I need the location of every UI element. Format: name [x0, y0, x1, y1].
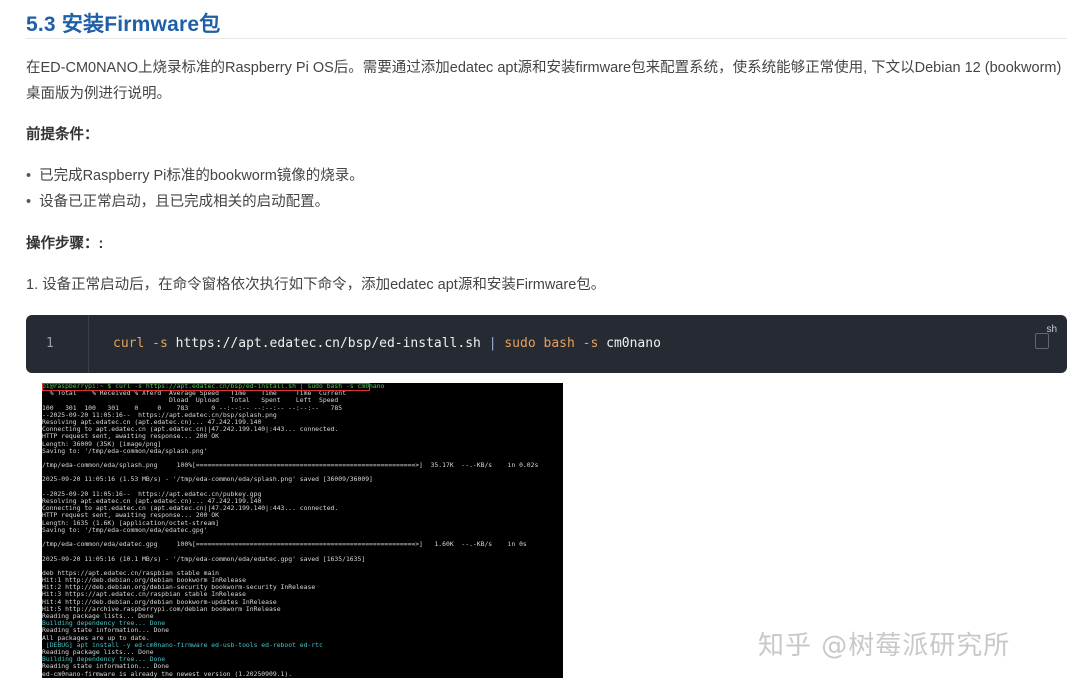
code-token-url: https://apt.edatec.cn/bsp/ed-install.sh	[175, 336, 481, 351]
code-token-arg: cm0nano	[606, 336, 661, 351]
code-token-flag: -s	[144, 336, 176, 351]
step-1-text: 1. 设备正常启动后，在命令窗格依次执行如下命令，添加edatec apt源和安…	[26, 277, 606, 293]
terminal-line: /tmp/eda-common/eda/splash.png 100%[====…	[42, 461, 539, 470]
code-token-flag: -s	[574, 336, 607, 351]
code-token-pipe: |	[480, 336, 505, 351]
terminal-line: 2025-09-20 11:05:16 (1.53 MB/s) - '/tmp/…	[42, 475, 373, 484]
section-heading: 5.3 安装Firmware包	[26, 13, 221, 36]
prerequisites-list: 已完成Raspberry Pi标准的bookworm镜像的烧录。 设备已正常启动…	[26, 163, 364, 215]
code-token-sudo: sudo bash	[504, 336, 575, 351]
prerequisites-title: 前提条件：	[26, 127, 99, 143]
line-number: 1	[46, 336, 54, 351]
terminal-line: Saving to: '/tmp/eda-common/eda/splash.p…	[42, 446, 208, 455]
code-block[interactable]: 1 curl -s https://apt.edatec.cn/bsp/ed-i…	[26, 315, 1067, 373]
code-token-cmd: curl	[113, 336, 145, 351]
command-highlight-box	[42, 383, 370, 391]
steps-title: 操作步骤：:	[26, 236, 104, 252]
terminal-line: ed-cm0nano-firmware is already the newes…	[42, 669, 293, 678]
terminal-line: 2025-09-20 11:05:16 (10.1 MB/s) - '/tmp/…	[42, 554, 366, 563]
copy-icon[interactable]	[1035, 333, 1049, 349]
watermark: 知乎 @树莓派研究所	[758, 631, 1011, 661]
intro-paragraph: 在ED-CM0NANO上烧录标准的Raspberry Pi OS后。需要通过添加…	[26, 60, 1062, 102]
list-item: 设备已正常启动，且已完成相关的启动配置。	[26, 189, 364, 215]
code-command[interactable]: curl -s https://apt.edatec.cn/bsp/ed-ins…	[113, 336, 661, 351]
terminal-line: /tmp/eda-common/eda/edatec.gpg 100%[====…	[42, 540, 527, 549]
terminal-line: Saving to: '/tmp/eda-common/eda/edatec.g…	[42, 525, 208, 534]
terminal-screenshot: pi@raspberrypi:~ $ curl -s https://apt.e…	[42, 383, 563, 678]
list-item: 已完成Raspberry Pi标准的bookworm镜像的烧录。	[26, 163, 364, 189]
heading-divider	[26, 38, 1067, 39]
code-gutter	[88, 315, 89, 373]
